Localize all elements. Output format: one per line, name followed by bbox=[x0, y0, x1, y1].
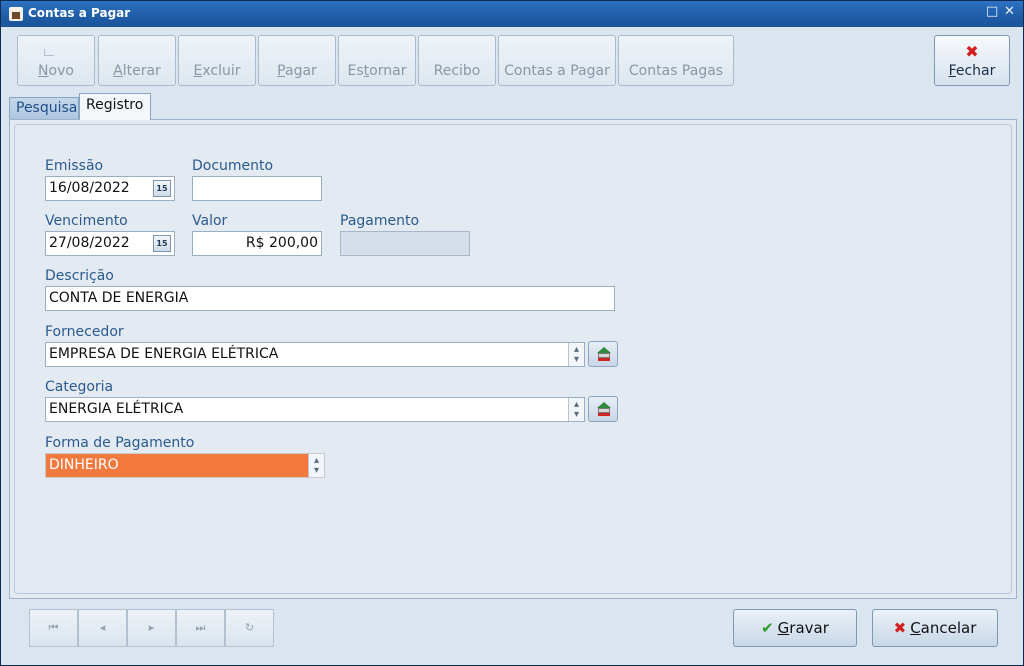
tab-registro[interactable]: Registro bbox=[79, 93, 151, 120]
last-record-button[interactable]: ⏭ bbox=[176, 609, 225, 647]
valor-label: Valor bbox=[192, 213, 228, 229]
documento-field[interactable] bbox=[192, 176, 322, 201]
forma-pagamento-select[interactable]: DINHEIRO ▴ ▾ bbox=[45, 453, 325, 478]
categoria-label: Categoria bbox=[45, 379, 114, 395]
bottom-bar: ⏮ ◂ ▸ ⏭ ↻ ✔ Gravar ✖ Cancelar bbox=[9, 599, 1017, 659]
next-record-button[interactable]: ▸ bbox=[127, 609, 176, 647]
maximize-icon[interactable]: □ bbox=[986, 4, 998, 19]
pagamento-date-field bbox=[340, 231, 470, 256]
checkmark-icon: ✔ bbox=[761, 619, 774, 637]
recibo-button[interactable]: Recibo bbox=[418, 35, 496, 86]
estornar-button[interactable]: Estornar bbox=[338, 35, 416, 86]
tab-pesquisa[interactable]: Pesquisa bbox=[9, 97, 79, 119]
spinner-icon[interactable]: ▴ ▾ bbox=[568, 398, 584, 421]
novo-button[interactable]: Novo bbox=[17, 35, 95, 86]
descricao-label: Descrição bbox=[45, 268, 114, 284]
contas-a-pagar-button[interactable]: Contas a Pagar bbox=[498, 35, 616, 86]
emissao-label: Emissão bbox=[45, 158, 104, 174]
form-area: Emissão 16/08/2022 15 Documento Vencimen… bbox=[14, 124, 1012, 594]
contas-pagas-button[interactable]: Contas Pagas bbox=[618, 35, 734, 86]
fechar-button[interactable]: ✖ Fechar bbox=[934, 35, 1010, 86]
close-icon[interactable]: ✕ bbox=[1004, 4, 1015, 19]
first-record-button[interactable]: ⏮ bbox=[29, 609, 78, 647]
alterar-button[interactable]: Alterar bbox=[98, 35, 176, 86]
close-icon: ✖ bbox=[965, 42, 979, 61]
emissao-date-field[interactable]: 16/08/2022 15 bbox=[45, 176, 175, 201]
gravar-button[interactable]: ✔ Gravar bbox=[733, 609, 857, 647]
spinner-icon[interactable]: ▴ ▾ bbox=[568, 343, 584, 366]
fornecedor-label: Fornecedor bbox=[45, 324, 124, 340]
fornecedor-lookup-button[interactable] bbox=[588, 341, 618, 367]
vencimento-label: Vencimento bbox=[45, 213, 128, 229]
cancel-icon: ✖ bbox=[893, 619, 907, 637]
app-window: Contas a Pagar □ ✕ Novo Alterar Excluir … bbox=[0, 0, 1024, 666]
cancelar-button[interactable]: ✖ Cancelar bbox=[872, 609, 998, 647]
spinner-icon[interactable]: ▴ ▾ bbox=[308, 454, 324, 477]
registro-panel: Emissão 16/08/2022 15 Documento Vencimen… bbox=[9, 119, 1017, 599]
documento-label: Documento bbox=[192, 158, 274, 174]
pagamento-label: Pagamento bbox=[340, 213, 420, 229]
valor-field[interactable]: R$ 200,00 bbox=[192, 231, 322, 256]
categoria-select[interactable]: ENERGIA ELÉTRICA ▴ ▾ bbox=[45, 397, 585, 422]
app-icon bbox=[9, 7, 23, 21]
pagar-button[interactable]: Pagar bbox=[258, 35, 336, 86]
window-title: Contas a Pagar bbox=[28, 6, 131, 20]
calendar-icon[interactable]: 15 bbox=[153, 235, 171, 252]
new-record-icon bbox=[44, 49, 54, 56]
calendar-icon[interactable]: 15 bbox=[153, 180, 171, 197]
vencimento-date-field[interactable]: 27/08/2022 15 bbox=[45, 231, 175, 256]
excluir-button[interactable]: Excluir bbox=[178, 35, 256, 86]
fornecedor-select[interactable]: EMPRESA DE ENERGIA ELÉTRICA ▴ ▾ bbox=[45, 342, 585, 367]
refresh-button[interactable]: ↻ bbox=[225, 609, 274, 647]
forma-pagamento-label: Forma de Pagamento bbox=[45, 435, 195, 451]
descricao-field[interactable]: CONTA DE ENERGIA bbox=[45, 286, 615, 311]
categoria-lookup-button[interactable] bbox=[588, 396, 618, 422]
title-bar: Contas a Pagar □ ✕ bbox=[1, 1, 1023, 27]
previous-record-button[interactable]: ◂ bbox=[78, 609, 127, 647]
toolbar: Novo Alterar Excluir Pagar Estornar Reci… bbox=[9, 31, 1015, 91]
